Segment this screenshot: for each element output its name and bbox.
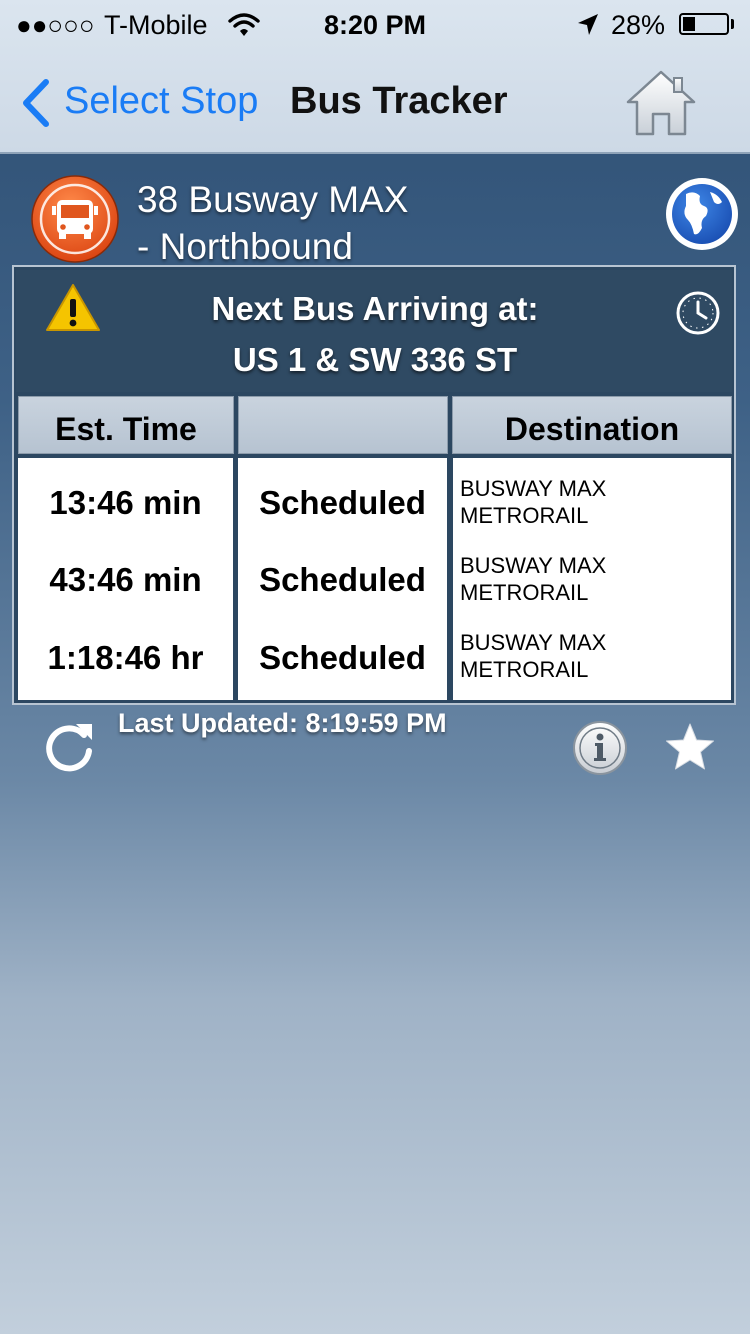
destination-line1: BUSWAY MAX [460, 553, 607, 578]
stop-name: US 1 & SW 336 ST [232, 341, 518, 378]
top-bar: ●●○○○ T-Mobile 8:20 PM 28% Select Stop B… [0, 0, 750, 154]
last-updated: Last Updated: 8:19:59 PM [118, 708, 447, 738]
destination-line2: METRORAIL [460, 580, 589, 605]
back-button[interactable]: Select Stop [64, 80, 258, 123]
arrival-destination: BUSWAY MAX METRORAIL [460, 552, 606, 606]
battery-percent: 28% [611, 10, 666, 40]
destination-line1: BUSWAY MAX [460, 630, 607, 655]
next-bus-heading: Next Bus Arriving at: [211, 290, 539, 327]
back-chevron-icon[interactable] [18, 78, 52, 133]
battery-icon [679, 13, 729, 35]
route-name: 38 Busway MAX [137, 179, 409, 220]
page-title: Bus Tracker [290, 80, 508, 122]
route-direction: - Northbound [137, 226, 353, 267]
destination-line1: BUSWAY MAX [460, 476, 607, 501]
arrival-time: 43:46 min [49, 561, 202, 598]
destination-line2: METRORAIL [460, 657, 589, 682]
home-icon[interactable] [624, 68, 698, 140]
arrival-status: Scheduled [259, 561, 426, 598]
info-icon[interactable] [572, 720, 628, 776]
column-header-destination: Destination [452, 396, 732, 454]
battery-tip [731, 19, 734, 29]
bus-icon [30, 174, 120, 264]
arrival-destination: BUSWAY MAX METRORAIL [460, 475, 606, 529]
arrival-destination: BUSWAY MAX METRORAIL [460, 629, 606, 683]
nav-bar: Select Stop Bus Tracker [0, 60, 750, 144]
refresh-icon[interactable] [40, 718, 98, 776]
destination-line2: METRORAIL [460, 503, 589, 528]
clock-icon[interactable] [675, 290, 721, 336]
arrival-status: Scheduled [259, 639, 426, 676]
column-header-est-time: Est. Time [18, 396, 234, 454]
route-title: 38 Busway MAX - Northbound [137, 176, 408, 270]
arrival-status: Scheduled [259, 484, 426, 521]
location-arrow-icon [576, 12, 600, 45]
column-header-status [238, 396, 448, 454]
arrival-time: 13:46 min [49, 484, 202, 521]
globe-icon[interactable] [664, 176, 740, 252]
star-icon[interactable] [662, 720, 718, 776]
arrival-time: 1:18:46 hr [47, 639, 204, 676]
status-bar: ●●○○○ T-Mobile 8:20 PM 28% [0, 0, 750, 52]
